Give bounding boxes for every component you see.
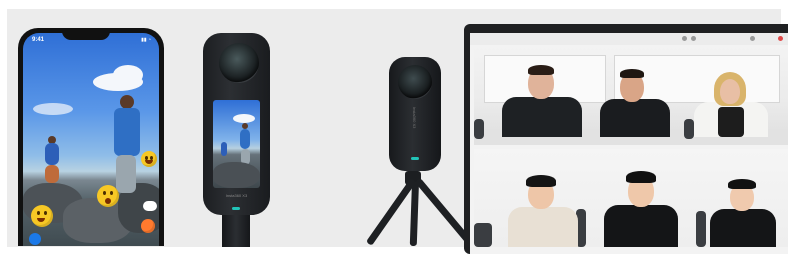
- video-tile-top: [474, 47, 788, 145]
- smartphone: 9:41 ▮▮ ◔: [18, 28, 164, 246]
- child-body: [45, 143, 59, 165]
- fire-icon: [141, 219, 155, 233]
- rock: [213, 162, 260, 188]
- person-head: [120, 95, 134, 109]
- camera-brand-label: Insta360 X3: [225, 193, 248, 198]
- participant-hair: [728, 179, 756, 189]
- participant-shirt: [502, 97, 582, 137]
- camera-lens: [219, 43, 259, 83]
- participant-shirt: [508, 207, 578, 247]
- phone-notch: [62, 28, 110, 40]
- participant-hair: [620, 69, 644, 78]
- handheld-360-camera: Insta360 X3: [203, 33, 270, 215]
- participant-top: [718, 107, 744, 137]
- chair: [474, 223, 492, 247]
- phone-screen-video: 9:41 ▮▮ ◔: [23, 33, 159, 246]
- participant-face: [720, 79, 740, 104]
- participant-shirt: [710, 209, 776, 247]
- status-led: [411, 157, 419, 160]
- chair: [696, 211, 706, 247]
- participant-hair: [528, 65, 554, 75]
- window-toolbar: [470, 33, 788, 45]
- participant-shirt: [604, 205, 678, 247]
- video-tile-bottom: [474, 149, 788, 247]
- cloud: [33, 103, 73, 115]
- cloud: [113, 65, 143, 85]
- person-shorts: [116, 155, 136, 193]
- chat-bubble-icon: [143, 201, 157, 211]
- camera-brand-label: Insta360 X3: [412, 107, 417, 129]
- laptop: [464, 24, 788, 254]
- camera-lens: [398, 65, 432, 99]
- video-call-window: [470, 33, 788, 254]
- close-icon: [778, 36, 783, 41]
- toolbar-dot-icon: [682, 36, 687, 41]
- emoji-laugh-icon: [141, 151, 157, 167]
- toolbar-dot-icon: [750, 36, 755, 41]
- participant-hair: [626, 171, 656, 183]
- product-banner: 9:41 ▮▮ ◔ Insta360 X3 Insta360 X3: [0, 0, 788, 265]
- status-indicators: ▮▮ ◔: [141, 37, 151, 43]
- chair: [684, 119, 694, 139]
- selfie-stick: [222, 215, 250, 247]
- person-shirt: [114, 108, 140, 156]
- participant-shirt: [600, 99, 670, 137]
- participant-hair: [526, 175, 556, 187]
- cloud: [233, 114, 255, 123]
- profile-dot-icon: [29, 233, 41, 245]
- emoji-surprised-icon: [97, 185, 119, 207]
- emoji-laugh-icon: [31, 205, 53, 227]
- status-led: [232, 207, 240, 210]
- child-body: [221, 142, 227, 156]
- child-legs: [45, 165, 59, 183]
- tripod-360-camera: Insta360 X3: [389, 57, 441, 171]
- chair: [474, 119, 484, 139]
- camera-preview-screen: [213, 100, 260, 188]
- person-shirt: [240, 129, 250, 149]
- toolbar-dot-icon: [691, 36, 696, 41]
- status-time: 9:41: [32, 37, 45, 43]
